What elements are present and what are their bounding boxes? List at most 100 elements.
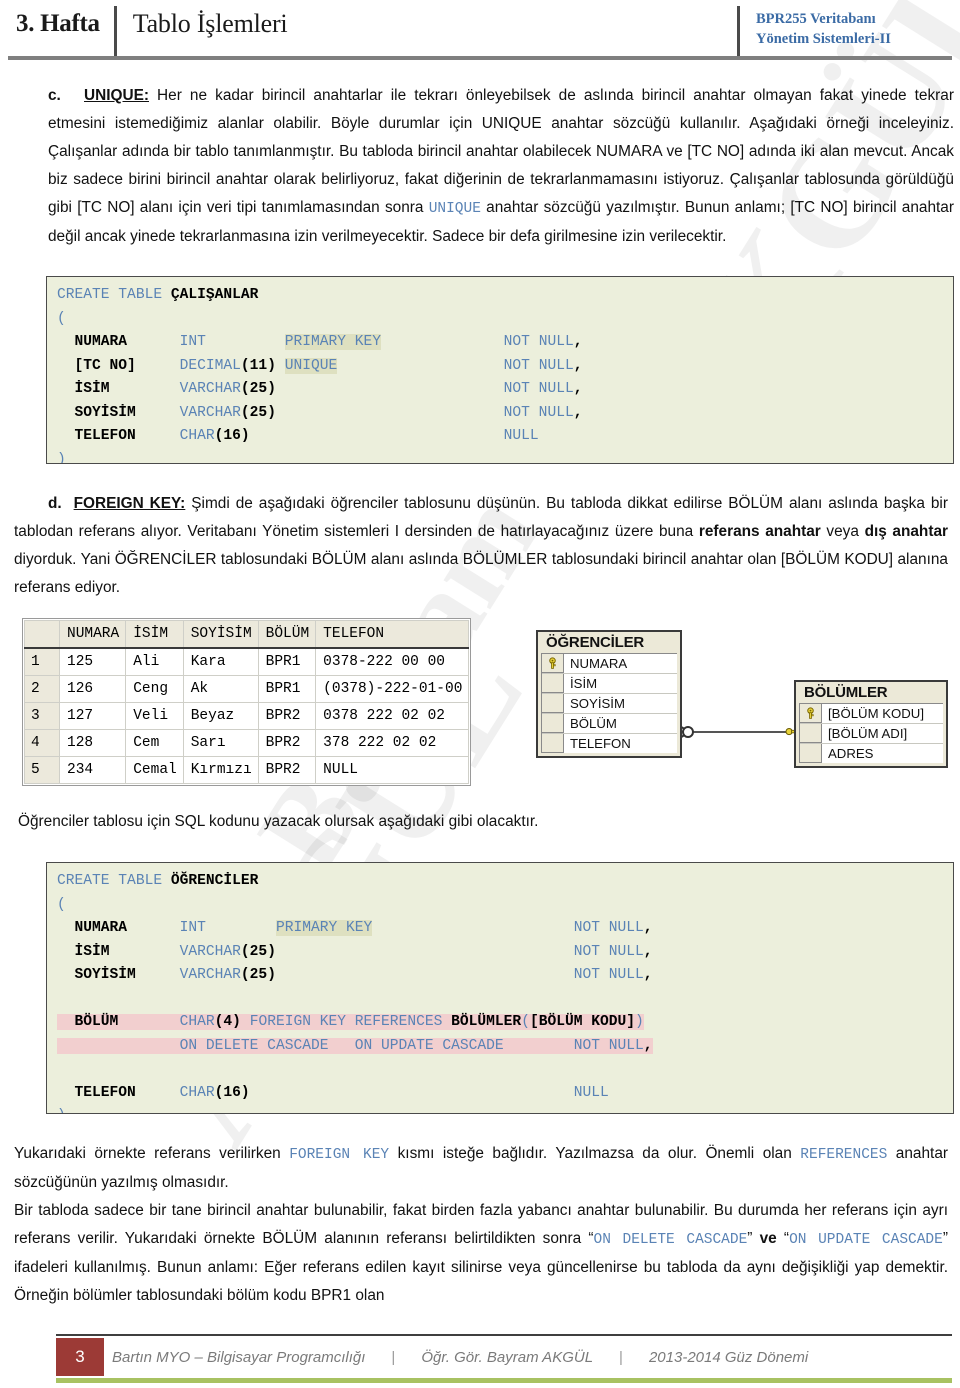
header-week-label: 3. Hafta bbox=[16, 10, 100, 37]
cell-soyisim: Kırmızı bbox=[182, 756, 259, 784]
grid-col-isim: İSİM bbox=[125, 620, 184, 649]
code-line: BÖLÜM CHAR(4) FOREIGN KEY REFERENCES BÖL… bbox=[57, 1011, 953, 1035]
page-number-badge: 3 bbox=[56, 1338, 104, 1376]
code-line: SOYİSİM VARCHAR(25) NOT NULL, bbox=[74, 967, 653, 983]
grid-body: 1 125 Ali Kara BPR1 0378-222 00 00 2 126… bbox=[24, 647, 470, 784]
er-field-gutter bbox=[542, 654, 564, 673]
er-table-bolumler: BÖLÜMLER [BÖLÜM KODU] [BÖLÜM ADI] ADRES bbox=[794, 680, 948, 768]
table-row: 3 127 Veli Beyaz BPR2 0378 222 02 02 bbox=[24, 702, 470, 730]
inline-code-foreign-key: FOREIGN KEY bbox=[289, 1147, 390, 1163]
row-number: 5 bbox=[24, 756, 60, 784]
code-line: İSİM VARCHAR(25) NOT NULL, bbox=[74, 381, 583, 397]
cell-numara: 128 bbox=[58, 729, 127, 757]
cell-numara: 127 bbox=[58, 702, 127, 730]
table-row: 2 126 Ceng Ak BPR1 (0378)-222-01-00 bbox=[24, 675, 470, 703]
er-field-gutter bbox=[800, 724, 822, 743]
paragraph-foreign-key: d. FOREIGN KEY: Şimdi de aşağıdaki öğren… bbox=[14, 490, 948, 602]
fk-bold-dis-anahtar: dış anahtar bbox=[864, 523, 949, 540]
cell-telefon: NULL bbox=[315, 756, 470, 784]
cell-bolum: BPR2 bbox=[257, 729, 317, 757]
er-table-title: ÖĞRENCİLER bbox=[546, 634, 645, 651]
footer-instructor: Öğr. Gör. Bayram AKGÜL bbox=[421, 1348, 594, 1366]
inline-code-references: REFERENCES bbox=[800, 1147, 888, 1163]
code-line: ON DELETE CASCADE ON UPDATE CASCADE NOT … bbox=[57, 1035, 953, 1059]
course-code-line2: Yönetim Sistemleri-II bbox=[756, 30, 891, 47]
er-field-gutter bbox=[542, 734, 564, 753]
row-number: 3 bbox=[24, 702, 60, 730]
code-line: [TC NO] DECIMAL(11) UNIQUE NOT NULL, bbox=[74, 357, 583, 374]
paragraph-sql-intro: Öğrenciler tablosu için SQL kodunu yazac… bbox=[18, 813, 539, 830]
footer-meta: Bartın MYO – Bilgisayar Programcılığı | … bbox=[112, 1338, 808, 1376]
inline-code-unique: UNIQUE bbox=[428, 201, 481, 217]
er-field-name: İSİM bbox=[570, 676, 598, 691]
unique-text-part1: Her ne kadar birincil anahtarlar ile tek… bbox=[48, 87, 954, 216]
row-number: 1 bbox=[24, 647, 60, 676]
cell-numara: 126 bbox=[58, 675, 127, 703]
code-line: İSİM VARCHAR(25) NOT NULL, bbox=[74, 943, 653, 960]
er-field-name: ADRES bbox=[828, 746, 874, 761]
students-data-grid-wrapper: NUMARA İSİM SOYİSİM BÖLÜM TELEFON 1 125 … bbox=[22, 618, 472, 786]
er-field: SOYİSİM bbox=[542, 694, 677, 714]
er-diagram: ÖĞRENCİLER NUMARA İSİM SOYİSİM BÖLÜM TEL… bbox=[532, 622, 952, 788]
er-field: ADRES bbox=[800, 744, 943, 763]
header-course-code: BPR255 Veritabanı Yönetim Sistemleri-II bbox=[740, 6, 952, 49]
code-line: ( bbox=[57, 896, 66, 913]
key-icon bbox=[549, 656, 556, 669]
code-line: ) bbox=[57, 451, 66, 464]
students-data-grid: NUMARA İSİM SOYİSİM BÖLÜM TELEFON 1 125 … bbox=[24, 620, 470, 784]
er-field: [BÖLÜM KODU] bbox=[800, 704, 943, 724]
unique-label: UNIQUE: bbox=[84, 87, 149, 104]
cell-numara: 234 bbox=[58, 756, 127, 784]
code-line: CREATE TABLE ÇALIŞANLAR bbox=[57, 287, 259, 303]
er-field: İSİM bbox=[542, 674, 677, 694]
fk-bold-referans-anahtar: referans anahtar bbox=[698, 523, 821, 540]
row-number: 2 bbox=[24, 675, 60, 703]
inline-code-on-update-cascade: ON UPDATE CASCADE bbox=[789, 1232, 943, 1248]
closing-text-b: kısmı isteğe bağlıdır. Yazılmazsa da olu… bbox=[389, 1145, 801, 1162]
code-line: NUMARA INT PRIMARY KEY NOT NULL, bbox=[74, 334, 583, 350]
cell-soyisim: Ak bbox=[182, 675, 259, 703]
cell-bolum: BPR1 bbox=[257, 647, 317, 676]
row-number: 4 bbox=[24, 729, 60, 757]
closing-text-a: Yukarıdaki örnekte referans verilirken bbox=[14, 1145, 290, 1162]
closing-bold-ve: ve bbox=[759, 1230, 777, 1247]
table-row: 1 125 Ali Kara BPR1 0378-222 00 00 bbox=[24, 647, 470, 676]
er-field: [BÖLÜM ADI] bbox=[800, 724, 943, 744]
grid-col-bolum: BÖLÜM bbox=[257, 620, 317, 649]
footer-institution: Bartın MYO – Bilgisayar Programcılığı bbox=[112, 1348, 366, 1366]
course-code-line1: BPR255 Veritabanı bbox=[756, 11, 876, 27]
list-marker-d: d. bbox=[48, 495, 62, 512]
page-header: 3. Hafta Tablo İşlemleri BPR255 Veritaba… bbox=[8, 6, 952, 60]
er-field-name: SOYİSİM bbox=[570, 696, 625, 711]
cell-isim: Cemal bbox=[125, 756, 184, 784]
paragraph-unique: c. UNIQUE: Her ne kadar birincil anahtarl… bbox=[48, 82, 954, 251]
key-icon bbox=[807, 706, 814, 719]
er-field-list: NUMARA İSİM SOYİSİM BÖLÜM TELEFON bbox=[541, 653, 677, 753]
foreign-key-label: FOREIGN KEY: bbox=[73, 495, 186, 512]
cell-bolum: BPR2 bbox=[257, 756, 317, 784]
er-field: BÖLÜM bbox=[542, 714, 677, 734]
er-table-title: BÖLÜMLER bbox=[804, 684, 888, 701]
closing-line-group-2: Bir tabloda sadece bir tane birincil ana… bbox=[14, 1197, 948, 1310]
code-block-calisanlar: CREATE TABLE ÇALIŞANLAR ( NUMARA INT PRI… bbox=[46, 276, 954, 464]
cell-soyisim: Kara bbox=[182, 647, 259, 676]
cell-telefon: (0378)-222-01-00 bbox=[315, 675, 470, 703]
fk-text-part2: veya bbox=[820, 523, 865, 540]
page-title: Tablo İşlemleri bbox=[132, 9, 288, 38]
code-line: NUMARA INT PRIMARY KEY NOT NULL, bbox=[74, 920, 653, 936]
grid-head: NUMARA İSİM SOYİSİM BÖLÜM TELEFON bbox=[24, 620, 470, 649]
closing-text-e: ” bbox=[747, 1230, 760, 1247]
code-block-ogrenciler: CREATE TABLE ÖĞRENCİLER ( NUMARA INT PRI… bbox=[46, 862, 954, 1114]
er-field-name: BÖLÜM bbox=[570, 716, 617, 731]
er-field-gutter bbox=[800, 704, 822, 723]
code-line: TELEFON CHAR(16) NULL bbox=[74, 428, 539, 444]
er-field-name: [BÖLÜM ADI] bbox=[828, 726, 908, 741]
er-field-name: [BÖLÜM KODU] bbox=[828, 706, 924, 721]
cell-soyisim: Sarı bbox=[182, 729, 259, 757]
code-line: SOYİSİM VARCHAR(25) NOT NULL, bbox=[74, 404, 583, 421]
grid-corner-cell bbox=[24, 620, 60, 649]
er-field-gutter bbox=[800, 744, 822, 763]
closing-text-f: “ bbox=[776, 1230, 790, 1247]
